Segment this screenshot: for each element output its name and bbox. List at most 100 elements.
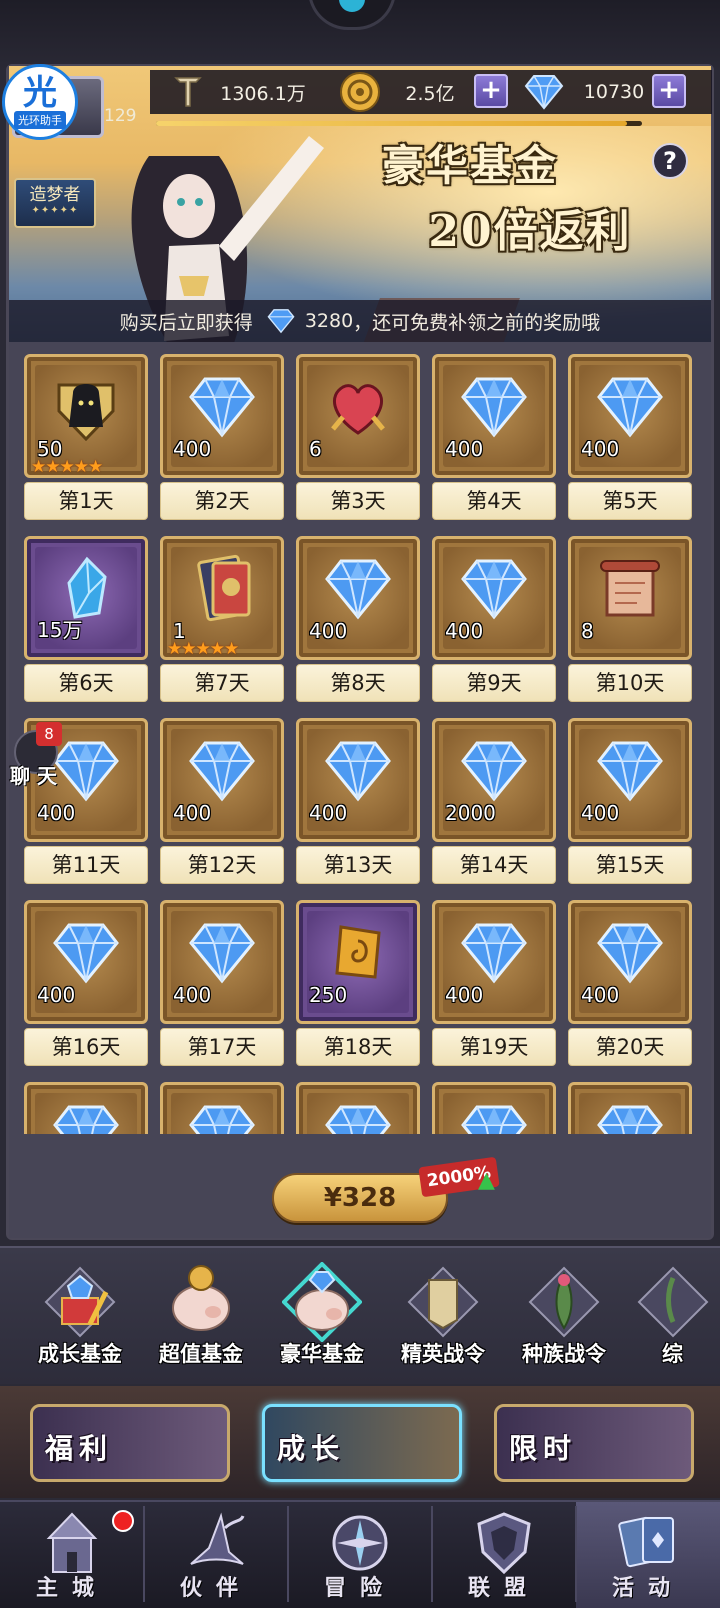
diamond-icon xyxy=(189,741,255,802)
info-amount: 3280 xyxy=(304,310,354,332)
reward-tile[interactable]: 400 xyxy=(432,900,556,1024)
reward-tile[interactable] xyxy=(24,1082,148,1134)
reward-quantity: 400 xyxy=(581,983,620,1007)
promo-title-line2: 20倍返利 xyxy=(428,206,632,257)
reward-cell[interactable]: 400 第15天 xyxy=(568,718,692,888)
reward-cell[interactable]: 400 第17天 xyxy=(160,900,284,1070)
reward-tile[interactable]: 400 xyxy=(568,900,692,1024)
reward-cell[interactable]: 400 第16天 xyxy=(24,900,148,1070)
diamond-icon xyxy=(325,741,391,802)
rank-stars: ✦✦✦✦✦ xyxy=(31,205,79,216)
day-label: 第4天 xyxy=(432,482,556,520)
reward-tile[interactable]: 15万 xyxy=(24,536,148,660)
nav-label: 活动 xyxy=(611,1576,684,1601)
reward-grid-scroll[interactable]: 50 ★★★★★ 第1天 400 第2天 6 第3天 400 第4天 400 第5天 15万 第6天 1 ★… xyxy=(16,346,704,1134)
helper-app-badge[interactable]: 光 光环助手 xyxy=(2,64,78,140)
heart-orb-icon xyxy=(331,384,385,435)
reward-tile[interactable]: 6 xyxy=(296,354,420,478)
promo-title-line1: 豪华基金 xyxy=(381,141,558,190)
fund-tab[interactable]: 成长基金 xyxy=(20,1262,140,1372)
diamond-icon xyxy=(524,75,564,110)
reward-cell[interactable]: 400 第12天 xyxy=(160,718,284,888)
category-button[interactable]: 福利 xyxy=(30,1404,230,1482)
diamond-icon xyxy=(597,1105,663,1134)
reward-cell[interactable]: 6 第3天 xyxy=(296,354,420,524)
diamond-icon xyxy=(189,923,255,984)
category-button[interactable]: 限时 xyxy=(494,1404,694,1482)
reward-tile[interactable]: 400 xyxy=(160,718,284,842)
reward-tile[interactable] xyxy=(568,1082,692,1134)
reward-tile[interactable] xyxy=(432,1082,556,1134)
reward-cell[interactable] xyxy=(296,1082,420,1134)
day-label: 第19天 xyxy=(432,1028,556,1066)
nav-item[interactable]: 冒险 xyxy=(288,1502,432,1608)
reward-tile[interactable]: 400 xyxy=(296,718,420,842)
reward-cell[interactable]: 15万 第6天 xyxy=(24,536,148,706)
reward-cell[interactable]: 400 第5天 xyxy=(568,354,692,524)
reward-tile[interactable]: 400 xyxy=(432,536,556,660)
day-label: 第11天 xyxy=(24,846,148,884)
day-label: 第8天 xyxy=(296,664,420,702)
reward-cell[interactable]: 2000 第14天 xyxy=(432,718,556,888)
reward-cell[interactable]: 400 第8天 xyxy=(296,536,420,706)
sword-icon xyxy=(174,77,202,107)
nav-separator xyxy=(287,1506,289,1602)
nav-item[interactable]: 伙伴 xyxy=(144,1502,288,1608)
reward-cell[interactable] xyxy=(24,1082,148,1134)
reward-cell[interactable]: 50 ★★★★★ 第1天 xyxy=(24,354,148,524)
add-gold-button[interactable]: + xyxy=(474,74,508,108)
reward-tile[interactable]: 8 xyxy=(568,536,692,660)
add-gems-button[interactable]: + xyxy=(652,74,686,108)
reward-cell[interactable]: 400 第2天 xyxy=(160,354,284,524)
day-label: 第1天 xyxy=(24,482,148,520)
reward-tile[interactable]: 400 xyxy=(568,354,692,478)
reward-tile[interactable]: 400 xyxy=(24,900,148,1024)
scroll-icon xyxy=(600,560,660,617)
hooded-hero-icon xyxy=(57,383,115,441)
reward-cell[interactable]: 400 第19天 xyxy=(432,900,556,1070)
reward-cell[interactable]: 8 第10天 xyxy=(568,536,692,706)
day-label: 第3天 xyxy=(296,482,420,520)
nav-separator xyxy=(431,1506,433,1602)
reward-cell[interactable]: 400 第9天 xyxy=(432,536,556,706)
reward-cell[interactable] xyxy=(568,1082,692,1134)
value-fund-pig-icon xyxy=(172,1265,230,1331)
nav-label: 联盟 xyxy=(467,1576,540,1601)
reward-tile[interactable]: 50 ★★★★★ xyxy=(24,354,148,478)
day-label: 第7天 xyxy=(160,664,284,702)
fund-tab[interactable]: 综 xyxy=(625,1262,720,1372)
reward-cell[interactable]: 1 ★★★★★ 第7天 xyxy=(160,536,284,706)
reward-tile[interactable]: 2000 xyxy=(432,718,556,842)
reward-cell[interactable] xyxy=(432,1082,556,1134)
nav-item[interactable]: 活动 xyxy=(576,1502,720,1608)
reward-tile[interactable]: 250 xyxy=(296,900,420,1024)
gem-value: 10730 xyxy=(583,81,645,103)
nav-label: 伙伴 xyxy=(179,1576,252,1601)
chat-button[interactable]: 8 聊 天 xyxy=(6,722,66,788)
reward-cell[interactable]: 400 第20天 xyxy=(568,900,692,1070)
reward-tile[interactable] xyxy=(160,1082,284,1134)
diamond-icon xyxy=(189,377,255,438)
fund-tab[interactable]: 豪华基金 xyxy=(262,1262,382,1372)
reward-cell[interactable] xyxy=(160,1082,284,1134)
reward-cell[interactable]: 400 第13天 xyxy=(296,718,420,888)
reward-tile[interactable] xyxy=(296,1082,420,1134)
fund-tab[interactable]: 精英战令 xyxy=(383,1262,503,1372)
reward-tile[interactable]: 1 ★★★★★ xyxy=(160,536,284,660)
gold-rune-icon xyxy=(335,925,381,979)
fund-tab[interactable]: 种族战令 xyxy=(504,1262,624,1372)
category-button[interactable]: 成长 xyxy=(262,1404,462,1482)
reward-cell[interactable]: 400 第4天 xyxy=(432,354,556,524)
compass-icon xyxy=(332,1515,388,1571)
fund-tab[interactable]: 超值基金 xyxy=(141,1262,261,1372)
diamond-icon xyxy=(461,1105,527,1134)
reward-tile[interactable]: 400 xyxy=(568,718,692,842)
reward-tile[interactable]: 400 xyxy=(296,536,420,660)
diamond-icon xyxy=(461,377,527,438)
reward-tile[interactable]: 400 xyxy=(160,354,284,478)
reward-tile[interactable]: 400 xyxy=(160,900,284,1024)
reward-tile[interactable]: 400 xyxy=(432,354,556,478)
nav-item[interactable]: 联盟 xyxy=(432,1502,576,1608)
reward-cell[interactable]: 250 第18天 xyxy=(296,900,420,1070)
star-rating: ★★★★★ xyxy=(31,457,103,477)
